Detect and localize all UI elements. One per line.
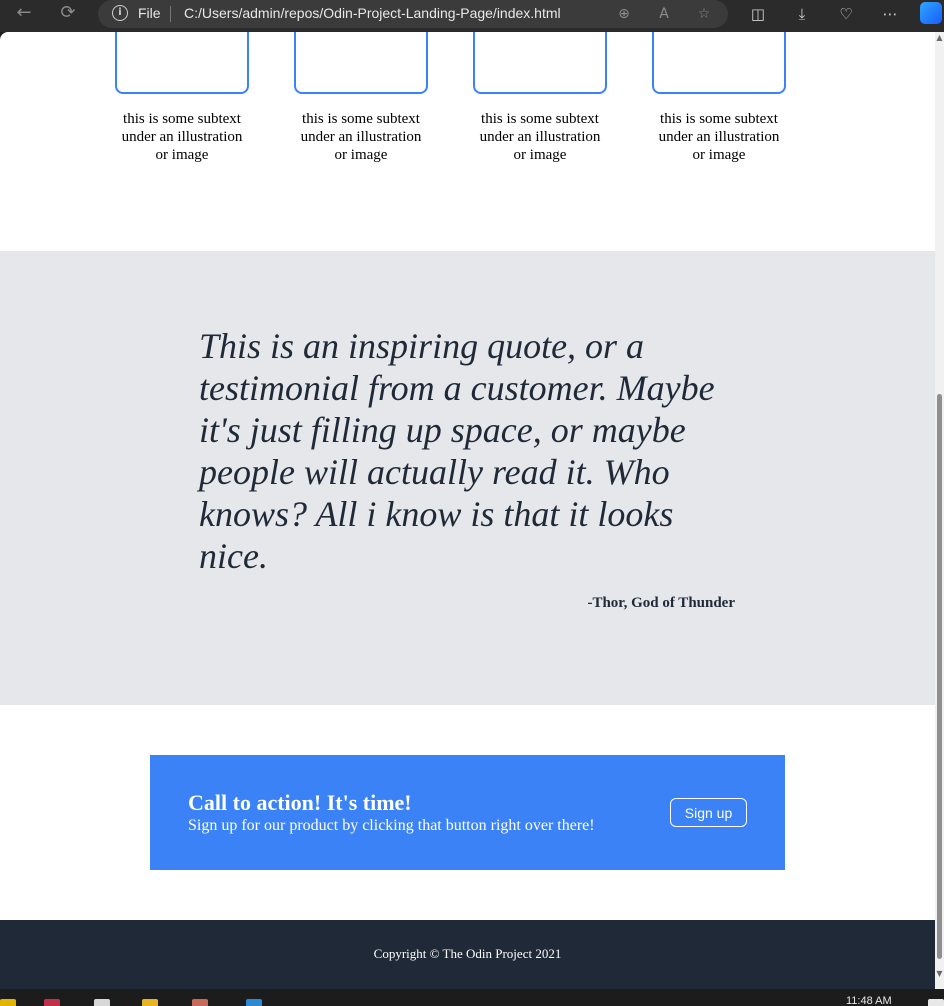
card-subtext: this is some subtext under an illustrati… [658,111,780,163]
card-image-placeholder [652,32,786,94]
taskbar-app-icon[interactable] [246,999,262,1006]
address-bar[interactable]: i File C:/Users/admin/repos/Odin-Project… [98,0,728,28]
cta-subtitle: Sign up for our product by clicking that… [188,817,595,834]
info-cards-section: this is some subtext under an illustrati… [0,32,935,251]
scroll-up-arrow-icon[interactable]: ▲ [936,34,943,42]
taskbar-app-icon[interactable] [192,999,208,1006]
call-to-action-banner: Call to action! It's time! Sign up for o… [150,755,785,870]
card-subtext: this is some subtext under an illustrati… [121,111,243,163]
page-viewport: this is some subtext under an illustrati… [0,32,935,989]
scrollbar-thumb[interactable] [937,394,942,959]
page-footer: Copyright © The Odin Project 2021 [0,920,935,989]
taskbar-app-icon[interactable] [44,999,60,1006]
os-taskbar: 11:48 AM [0,989,944,1006]
copilot-icon[interactable] [920,2,942,24]
info-card: this is some subtext under an illustrati… [294,32,428,164]
address-divider [170,6,171,22]
health-heart-icon[interactable]: ♡ [834,2,858,26]
testimonial-quote: This is an inspiring quote, or a testimo… [199,326,715,576]
taskbar-clock: 11:48 AM [846,995,892,1006]
sign-up-button[interactable]: Sign up [670,798,747,827]
split-screen-icon[interactable]: ◫ [746,2,770,26]
quote-author: -Thor, God of Thunder [587,595,735,611]
info-card: this is some subtext under an illustrati… [652,32,786,164]
folder-icon[interactable] [142,999,158,1006]
taskbar-app-icon[interactable] [94,999,110,1006]
file-label: File [138,5,161,21]
quote-section: This is an inspiring quote, or a testimo… [0,251,935,705]
vertical-scrollbar[interactable]: ▲ ▼ [935,32,944,989]
download-icon[interactable]: ⤓ [790,2,814,26]
more-options-icon[interactable]: ⋯ [878,2,902,26]
card-image-placeholder [294,32,428,94]
zoom-icon[interactable]: ⊕ [614,4,634,24]
browser-toolbar: ← ⟳ i File C:/Users/admin/repos/Odin-Pro… [0,0,944,32]
read-aloud-icon[interactable]: A [654,4,674,24]
favorite-star-icon[interactable]: ☆ [694,4,714,24]
taskbar-app-icon[interactable] [0,999,16,1006]
url-text[interactable]: C:/Users/admin/repos/Odin-Project-Landin… [184,5,561,21]
card-image-placeholder [473,32,607,94]
cta-title: Call to action! It's time! [188,790,412,815]
scroll-down-arrow-icon[interactable]: ▼ [936,970,943,978]
notification-icon[interactable] [928,999,944,1006]
card-subtext: this is some subtext under an illustrati… [300,111,422,163]
card-image-placeholder [115,32,249,94]
info-card: this is some subtext under an illustrati… [115,32,249,164]
back-arrow-icon[interactable]: ← [10,0,38,28]
info-card: this is some subtext under an illustrati… [473,32,607,164]
card-subtext: this is some subtext under an illustrati… [479,111,601,163]
copyright-text: Copyright © The Odin Project 2021 [373,946,562,961]
info-icon[interactable]: i [112,5,128,21]
refresh-icon[interactable]: ⟳ [54,0,82,28]
